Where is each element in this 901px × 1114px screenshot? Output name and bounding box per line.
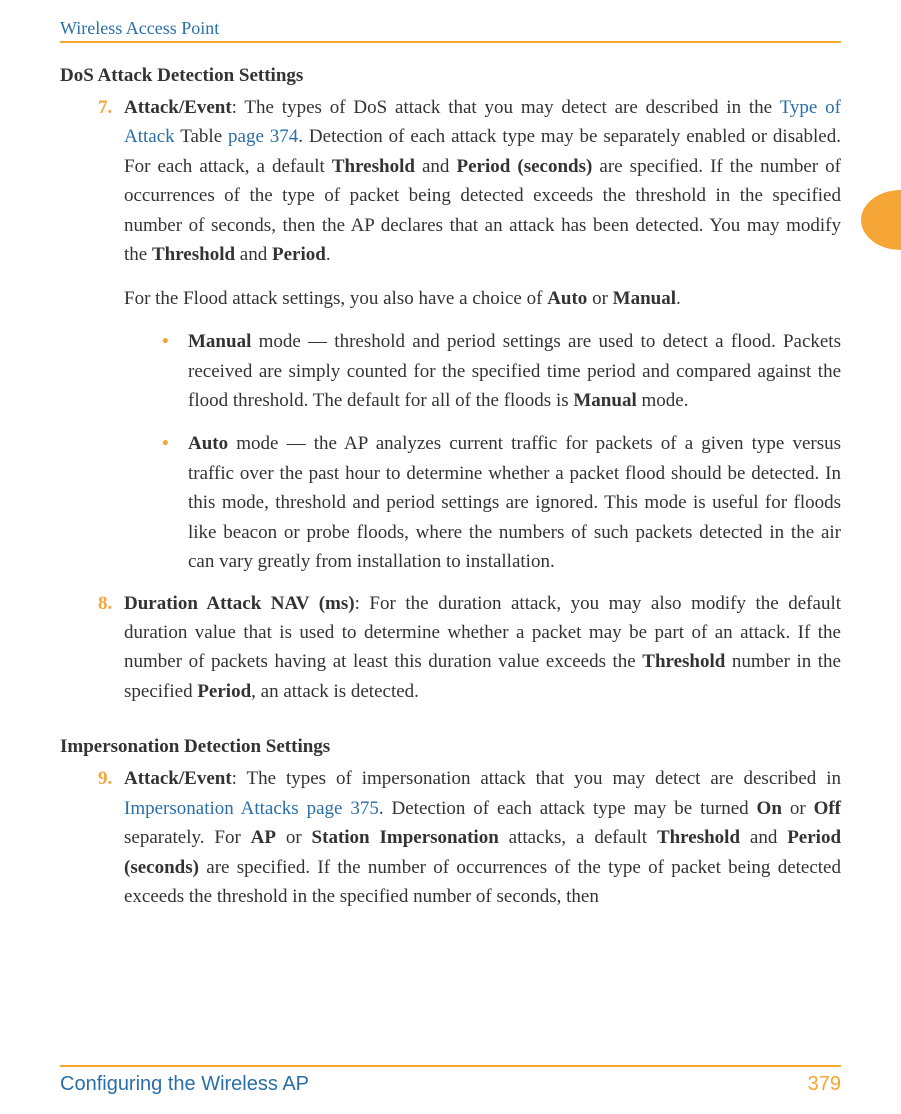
- item8-tc: , an attack is detected.: [251, 681, 419, 702]
- item9-td: separately. For: [124, 827, 251, 848]
- bullet-auto: • Auto mode — the AP analyzes current tr…: [162, 429, 841, 576]
- page-footer: Configuring the Wireless AP 379: [60, 1065, 841, 1096]
- item9-te: or: [276, 827, 312, 848]
- list-item-9: 9. Attack/Event: The types of impersonat…: [98, 764, 841, 911]
- item7-period2: Period: [272, 244, 326, 265]
- bullet-dot-icon: •: [162, 429, 188, 576]
- item9-lead: Attack/Event: [124, 768, 232, 789]
- item7-t1g: .: [326, 244, 331, 265]
- item-body: Attack/Event: The types of impersonation…: [124, 764, 841, 911]
- item-number: 7.: [98, 93, 124, 577]
- item7-p2a: For the Flood attack settings, you also …: [124, 288, 547, 309]
- item9-station: Station Impersonation: [312, 827, 499, 848]
- item7-t1d: and: [415, 156, 457, 177]
- bullet-manual-lead: Manual: [188, 331, 251, 352]
- bullet-manual-tb: mode.: [637, 390, 689, 411]
- item-number: 9.: [98, 764, 124, 911]
- item7-para2: For the Flood attack settings, you also …: [124, 284, 841, 313]
- item7-p2e: .: [676, 288, 681, 309]
- item7-p2c: or: [587, 288, 612, 309]
- item9-off: Off: [814, 798, 841, 819]
- item9-ap: AP: [251, 827, 276, 848]
- item-number: 8.: [98, 589, 124, 707]
- item9-ta: : The types of impersonation attack that…: [232, 768, 841, 789]
- item-body: Duration Attack NAV (ms): For the durati…: [124, 589, 841, 707]
- item8-period: Period: [197, 681, 251, 702]
- item8-threshold: Threshold: [642, 651, 725, 672]
- item7-t1f: and: [235, 244, 272, 265]
- link-page-374[interactable]: page 374: [228, 126, 298, 147]
- page-header: Wireless Access Point: [60, 18, 841, 43]
- bullet-auto-lead: Auto: [188, 433, 228, 454]
- item9-th: are specified. If the number of occurren…: [124, 857, 841, 907]
- footer-left: Configuring the Wireless AP: [60, 1073, 309, 1096]
- bullet-auto-text: mode — the AP analyzes current traffic f…: [188, 433, 841, 572]
- bullet-dot-icon: •: [162, 327, 188, 415]
- item9-tb: . Detection of each attack type may be t…: [379, 798, 757, 819]
- list-item-7: 7. Attack/Event: The types of DoS attack…: [98, 93, 841, 577]
- item9-tg: and: [740, 827, 787, 848]
- list-item-8: 8. Duration Attack NAV (ms): For the dur…: [98, 589, 841, 707]
- bullet-manual-body: Manual mode — threshold and period setti…: [188, 327, 841, 415]
- item9-tf: attacks, a default: [499, 827, 657, 848]
- item-body: Attack/Event: The types of DoS attack th…: [124, 93, 841, 577]
- item7-threshold2: Threshold: [152, 244, 235, 265]
- imp-section-title: Impersonation Detection Settings: [60, 736, 841, 758]
- item7-p2d: Manual: [613, 288, 676, 309]
- bullet-auto-body: Auto mode — the AP analyzes current traf…: [188, 429, 841, 576]
- item7-period: Period (seconds): [457, 156, 593, 177]
- header-title: Wireless Access Point: [60, 18, 219, 39]
- item7-p2b: Auto: [547, 288, 587, 309]
- item7-lead: Attack/Event: [124, 97, 232, 118]
- item9-tc: or: [782, 798, 814, 819]
- bullet-manual-bold: Manual: [573, 390, 636, 411]
- bullet-manual: • Manual mode — threshold and period set…: [162, 327, 841, 415]
- page-number: 379: [808, 1073, 841, 1096]
- item7-threshold: Threshold: [332, 156, 415, 177]
- link-impersonation-attacks[interactable]: Impersonation Attacks page 375: [124, 798, 379, 819]
- item7-t1b: Table: [175, 126, 228, 147]
- item8-lead: Duration Attack NAV (ms): [124, 593, 355, 614]
- bullet-manual-ta: mode — threshold and period settings are…: [188, 331, 841, 411]
- item9-threshold: Threshold: [657, 827, 740, 848]
- item7-t1a: : The types of DoS attack that you may d…: [232, 97, 780, 118]
- item9-on: On: [757, 798, 782, 819]
- dos-section-title: DoS Attack Detection Settings: [60, 65, 841, 87]
